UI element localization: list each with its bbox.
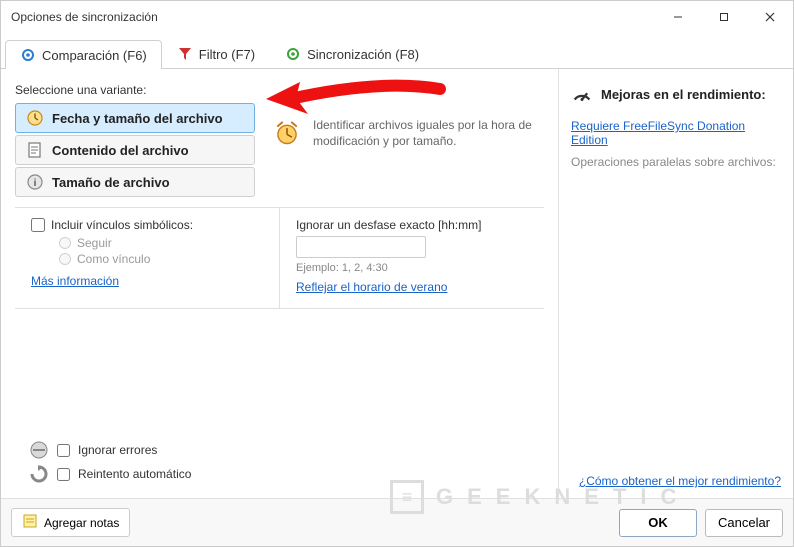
clock-icon	[26, 109, 44, 127]
symlink-radio-follow[interactable]	[59, 237, 71, 249]
tab-filter[interactable]: Filtro (F7)	[162, 39, 270, 68]
minimize-button[interactable]	[655, 1, 701, 33]
gear-green-icon	[285, 46, 301, 62]
retry-icon	[29, 464, 49, 484]
sync-options-window: Opciones de sincronización Comparación (…	[0, 0, 794, 547]
footer: Agregar notas OK Cancelar	[1, 498, 793, 546]
performance-header: Mejoras en el rendimiento:	[601, 87, 766, 102]
window-title: Opciones de sincronización	[11, 10, 158, 24]
variant-date-size-label: Fecha y tamaño del archivo	[52, 111, 223, 126]
maximize-button[interactable]	[701, 1, 747, 33]
donation-edition-link[interactable]: Requiere FreeFileSync Donation Edition	[571, 119, 781, 147]
svg-text:i: i	[34, 178, 37, 189]
document-icon	[26, 141, 44, 159]
add-notes-button[interactable]: Agregar notas	[11, 508, 130, 537]
variant-size-label: Tamaño de archivo	[52, 175, 170, 190]
titlebar: Opciones de sincronización	[1, 1, 793, 33]
notes-icon	[22, 513, 38, 532]
funnel-icon	[177, 46, 193, 62]
alarm-clock-icon	[273, 119, 301, 147]
info-icon: i	[26, 173, 44, 191]
auto-retry-checkbox[interactable]	[57, 468, 70, 481]
ok-button[interactable]: OK	[619, 509, 697, 537]
symlinks-checkbox[interactable]	[31, 218, 45, 232]
symlink-radio-aslink[interactable]	[59, 253, 71, 265]
best-performance-link[interactable]: ¿Cómo obtener el mejor rendimiento?	[571, 474, 781, 488]
more-info-link[interactable]: Más información	[31, 274, 119, 288]
variant-size-button[interactable]: i Tamaño de archivo	[15, 167, 255, 197]
timeshift-example: Ejemplo: 1, 2, 4:30	[296, 262, 528, 274]
symlink-radio-follow-label: Seguir	[77, 236, 112, 250]
tab-filter-label: Filtro (F7)	[199, 47, 255, 62]
performance-sidebar: Mejoras en el rendimiento: Requiere Free…	[559, 69, 793, 498]
close-button[interactable]	[747, 1, 793, 33]
tab-comparison[interactable]: Comparación (F6)	[5, 40, 162, 69]
gear-icon	[20, 47, 36, 63]
variant-date-size-button[interactable]: Fecha y tamaño del archivo	[15, 103, 255, 133]
speedometer-icon	[571, 83, 593, 105]
ignore-errors-label: Ignorar errores	[78, 443, 157, 457]
symlink-radio-aslink-row[interactable]: Como vínculo	[59, 252, 263, 266]
auto-retry-label: Reintento automático	[78, 467, 191, 481]
variant-header: Seleccione una variante:	[15, 83, 544, 97]
ignore-errors-icon	[29, 440, 49, 460]
ignore-errors-checkbox[interactable]	[57, 444, 70, 457]
symlink-radio-follow-row[interactable]: Seguir	[59, 236, 263, 250]
tab-sync-label: Sincronización (F8)	[307, 47, 419, 62]
variant-buttons-group: Fecha y tamaño del archivo Contenido del…	[15, 103, 255, 197]
symlink-radio-aslink-label: Como vínculo	[77, 252, 150, 266]
tab-sync[interactable]: Sincronización (F8)	[270, 39, 434, 68]
dst-link[interactable]: Reflejar el horario de verano	[296, 280, 447, 294]
variant-content-button[interactable]: Contenido del archivo	[15, 135, 255, 165]
cancel-button[interactable]: Cancelar	[705, 509, 783, 537]
symlinks-checkbox-label: Incluir vínculos simbólicos:	[51, 218, 193, 232]
variant-content-label: Contenido del archivo	[52, 143, 189, 158]
parallel-ops-label: Operaciones paralelas sobre archivos:	[571, 155, 781, 169]
timeshift-label: Ignorar un desfase exacto [hh:mm]	[296, 218, 528, 232]
symlinks-checkbox-row[interactable]: Incluir vínculos simbólicos:	[31, 218, 263, 232]
timeshift-input[interactable]	[296, 236, 426, 258]
tab-bar: Comparación (F6) Filtro (F7) Sincronizac…	[1, 33, 793, 69]
add-notes-label: Agregar notas	[44, 516, 119, 530]
tab-comparison-label: Comparación (F6)	[42, 48, 147, 63]
variant-description: Identificar archivos iguales por la hora…	[313, 117, 533, 149]
